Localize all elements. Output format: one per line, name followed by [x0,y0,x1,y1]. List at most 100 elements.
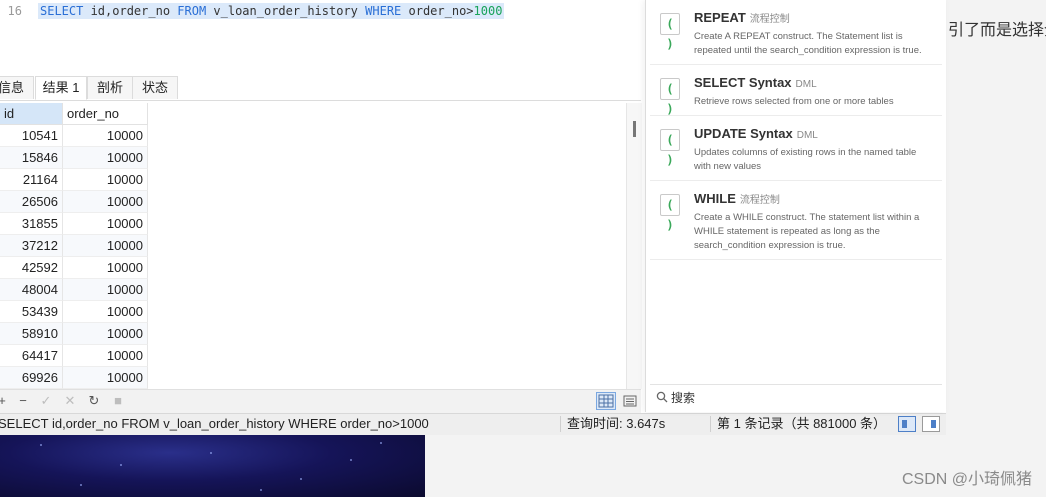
cell-id[interactable]: 31855 [0,213,63,235]
grid-vertical-scrollbar[interactable] [626,103,642,389]
panel-right-icon [931,420,936,428]
sql-columns: id,order_no [83,4,178,18]
page-background-bottom: CSDN @小琦佩猪 [425,434,1046,497]
snippet-icon: ( ) [660,13,680,51]
snippet-description: Create a WHILE construct. The statement … [694,212,920,251]
sql-keyword-select: SELECT [40,4,84,18]
snippet-description: Create A REPEAT construct. The Statement… [694,31,922,56]
table-row[interactable]: 15846 10000 [0,147,148,169]
search-icon [656,385,668,411]
snippet-tag: 流程控制 [739,195,780,206]
snippet-popup: ( ) REPEAT 流程控制 Create A REPEAT construct… [645,0,946,412]
snippet-title: REPEAT 流程控制 [694,10,790,25]
snippet-item-while[interactable]: ( ) WHILE 流程控制 Create a WHILE construct. … [650,181,942,260]
table-row[interactable]: 42592 10000 [0,257,148,279]
scrollbar-thumb[interactable] [633,121,636,137]
form-view-button[interactable] [620,392,640,410]
cell-order-no[interactable]: 10000 [63,191,148,213]
sql-number-literal: 1000 [473,4,503,18]
page-background-right: 引了而是选择全 [946,0,1046,497]
layout-right-panel-button[interactable] [922,416,940,432]
table-row[interactable]: 69926 10000 [0,367,148,389]
grid-toolbar: + − ✓ ✕ ↻ ■ [0,389,641,413]
snippet-title: UPDATE Syntax DML [694,126,818,141]
sql-table-name: v_loan_order_history [206,4,366,18]
sql-condition: order_no> [401,4,474,18]
add-icon[interactable]: + [0,393,10,409]
snippet-title: SELECT Syntax DML [694,75,817,90]
sql-keyword-from: FROM [177,4,207,18]
table-row[interactable]: 53439 10000 [0,301,148,323]
snippet-item-update-syntax[interactable]: ( ) UPDATE Syntax DML Updates columns of … [650,116,942,181]
watermark: CSDN @小琦佩猪 [901,471,1032,488]
cell-id[interactable]: 37212 [0,235,63,257]
cell-order-no[interactable]: 10000 [63,301,148,323]
tab-result-1[interactable]: 结果 1 [35,76,87,100]
cell-id[interactable]: 26506 [0,191,63,213]
snippet-icon: ( ) [660,129,680,167]
column-header-id[interactable]: id [0,103,63,125]
table-row[interactable]: 26506 10000 [0,191,148,213]
status-separator [710,416,711,432]
snippet-item-repeat[interactable]: ( ) REPEAT 流程控制 Create A REPEAT construct… [650,0,942,65]
sql-editor[interactable]: 16 SELECT id,order_no FROM v_loan_order_… [0,0,641,70]
column-header-order-no[interactable]: order_no [63,103,148,125]
cell-id[interactable]: 69926 [0,367,63,389]
cell-order-no[interactable]: 10000 [63,235,148,257]
cell-order-no[interactable]: 10000 [63,257,148,279]
status-record-count: 第 1 条记录（共 881000 条） [717,416,887,431]
stop-icon[interactable]: ■ [110,393,126,409]
cell-id[interactable]: 21164 [0,169,63,191]
grid-view-icon [598,394,614,408]
cell-order-no[interactable]: 10000 [63,323,148,345]
cell-id[interactable]: 10541 [0,125,63,147]
result-grid[interactable]: id order_no 10541 10000 15846 10000 21164 100… [0,103,626,389]
delete-icon[interactable]: − [15,393,31,409]
refresh-icon[interactable]: ↻ [86,393,102,409]
search-label: 搜索 [671,391,696,405]
snippet-search[interactable]: 搜索 [650,384,942,411]
snippet-description: Updates columns of existing rows in the … [694,147,917,172]
cell-id[interactable]: 15846 [0,147,63,169]
status-bar: SELECT id,order_no FROM v_loan_order_his… [0,413,946,435]
tab-info[interactable]: 信息 [0,76,34,99]
cell-id[interactable]: 53439 [0,301,63,323]
table-row[interactable]: 10541 10000 [0,125,148,147]
snippet-item-select-syntax[interactable]: ( ) SELECT Syntax DML Retrieve rows selec… [650,65,942,116]
sql-code-line[interactable]: SELECT id,order_no FROM v_loan_order_his… [38,3,505,19]
table-row[interactable]: 21164 10000 [0,169,148,191]
line-number: 16 [7,4,22,18]
cell-order-no[interactable]: 10000 [63,367,148,389]
cell-order-no[interactable]: 10000 [63,169,148,191]
discard-icon[interactable]: ✕ [62,393,78,409]
cell-order-no[interactable]: 10000 [63,279,148,301]
snippet-icon: ( ) [660,78,680,116]
snippet-description: Retrieve rows selected from one or more … [694,96,894,107]
cell-order-no[interactable]: 10000 [63,213,148,235]
table-row[interactable]: 48004 10000 [0,279,148,301]
cell-order-no[interactable]: 10000 [63,125,148,147]
cell-order-no[interactable]: 10000 [63,147,148,169]
grid-view-button[interactable] [596,392,616,410]
result-tabs: 信息 结果 1 剖析 状态 [0,72,641,101]
panel-left-icon [902,420,907,428]
cell-id[interactable]: 48004 [0,279,63,301]
table-row[interactable]: 37212 10000 [0,235,148,257]
sql-keyword-where: WHERE [365,4,402,18]
snippet-tag: DML [795,79,817,90]
table-row[interactable]: 64417 10000 [0,345,148,367]
status-query-text: SELECT id,order_no FROM v_loan_order_his… [0,416,429,431]
cell-id[interactable]: 42592 [0,257,63,279]
page-partial-text: 引了而是选择全 [948,22,1046,39]
status-query-time: 查询时间: 3.647s [567,416,666,431]
cell-id[interactable]: 58910 [0,323,63,345]
cell-id[interactable]: 64417 [0,345,63,367]
table-row[interactable]: 31855 10000 [0,213,148,235]
apply-icon[interactable]: ✓ [38,393,54,409]
snippet-tag: 流程控制 [749,14,790,25]
table-row[interactable]: 58910 10000 [0,323,148,345]
tab-profile[interactable]: 剖析 [87,76,133,99]
tab-status[interactable]: 状态 [132,76,178,99]
cell-order-no[interactable]: 10000 [63,345,148,367]
layout-left-panel-button[interactable] [898,416,916,432]
